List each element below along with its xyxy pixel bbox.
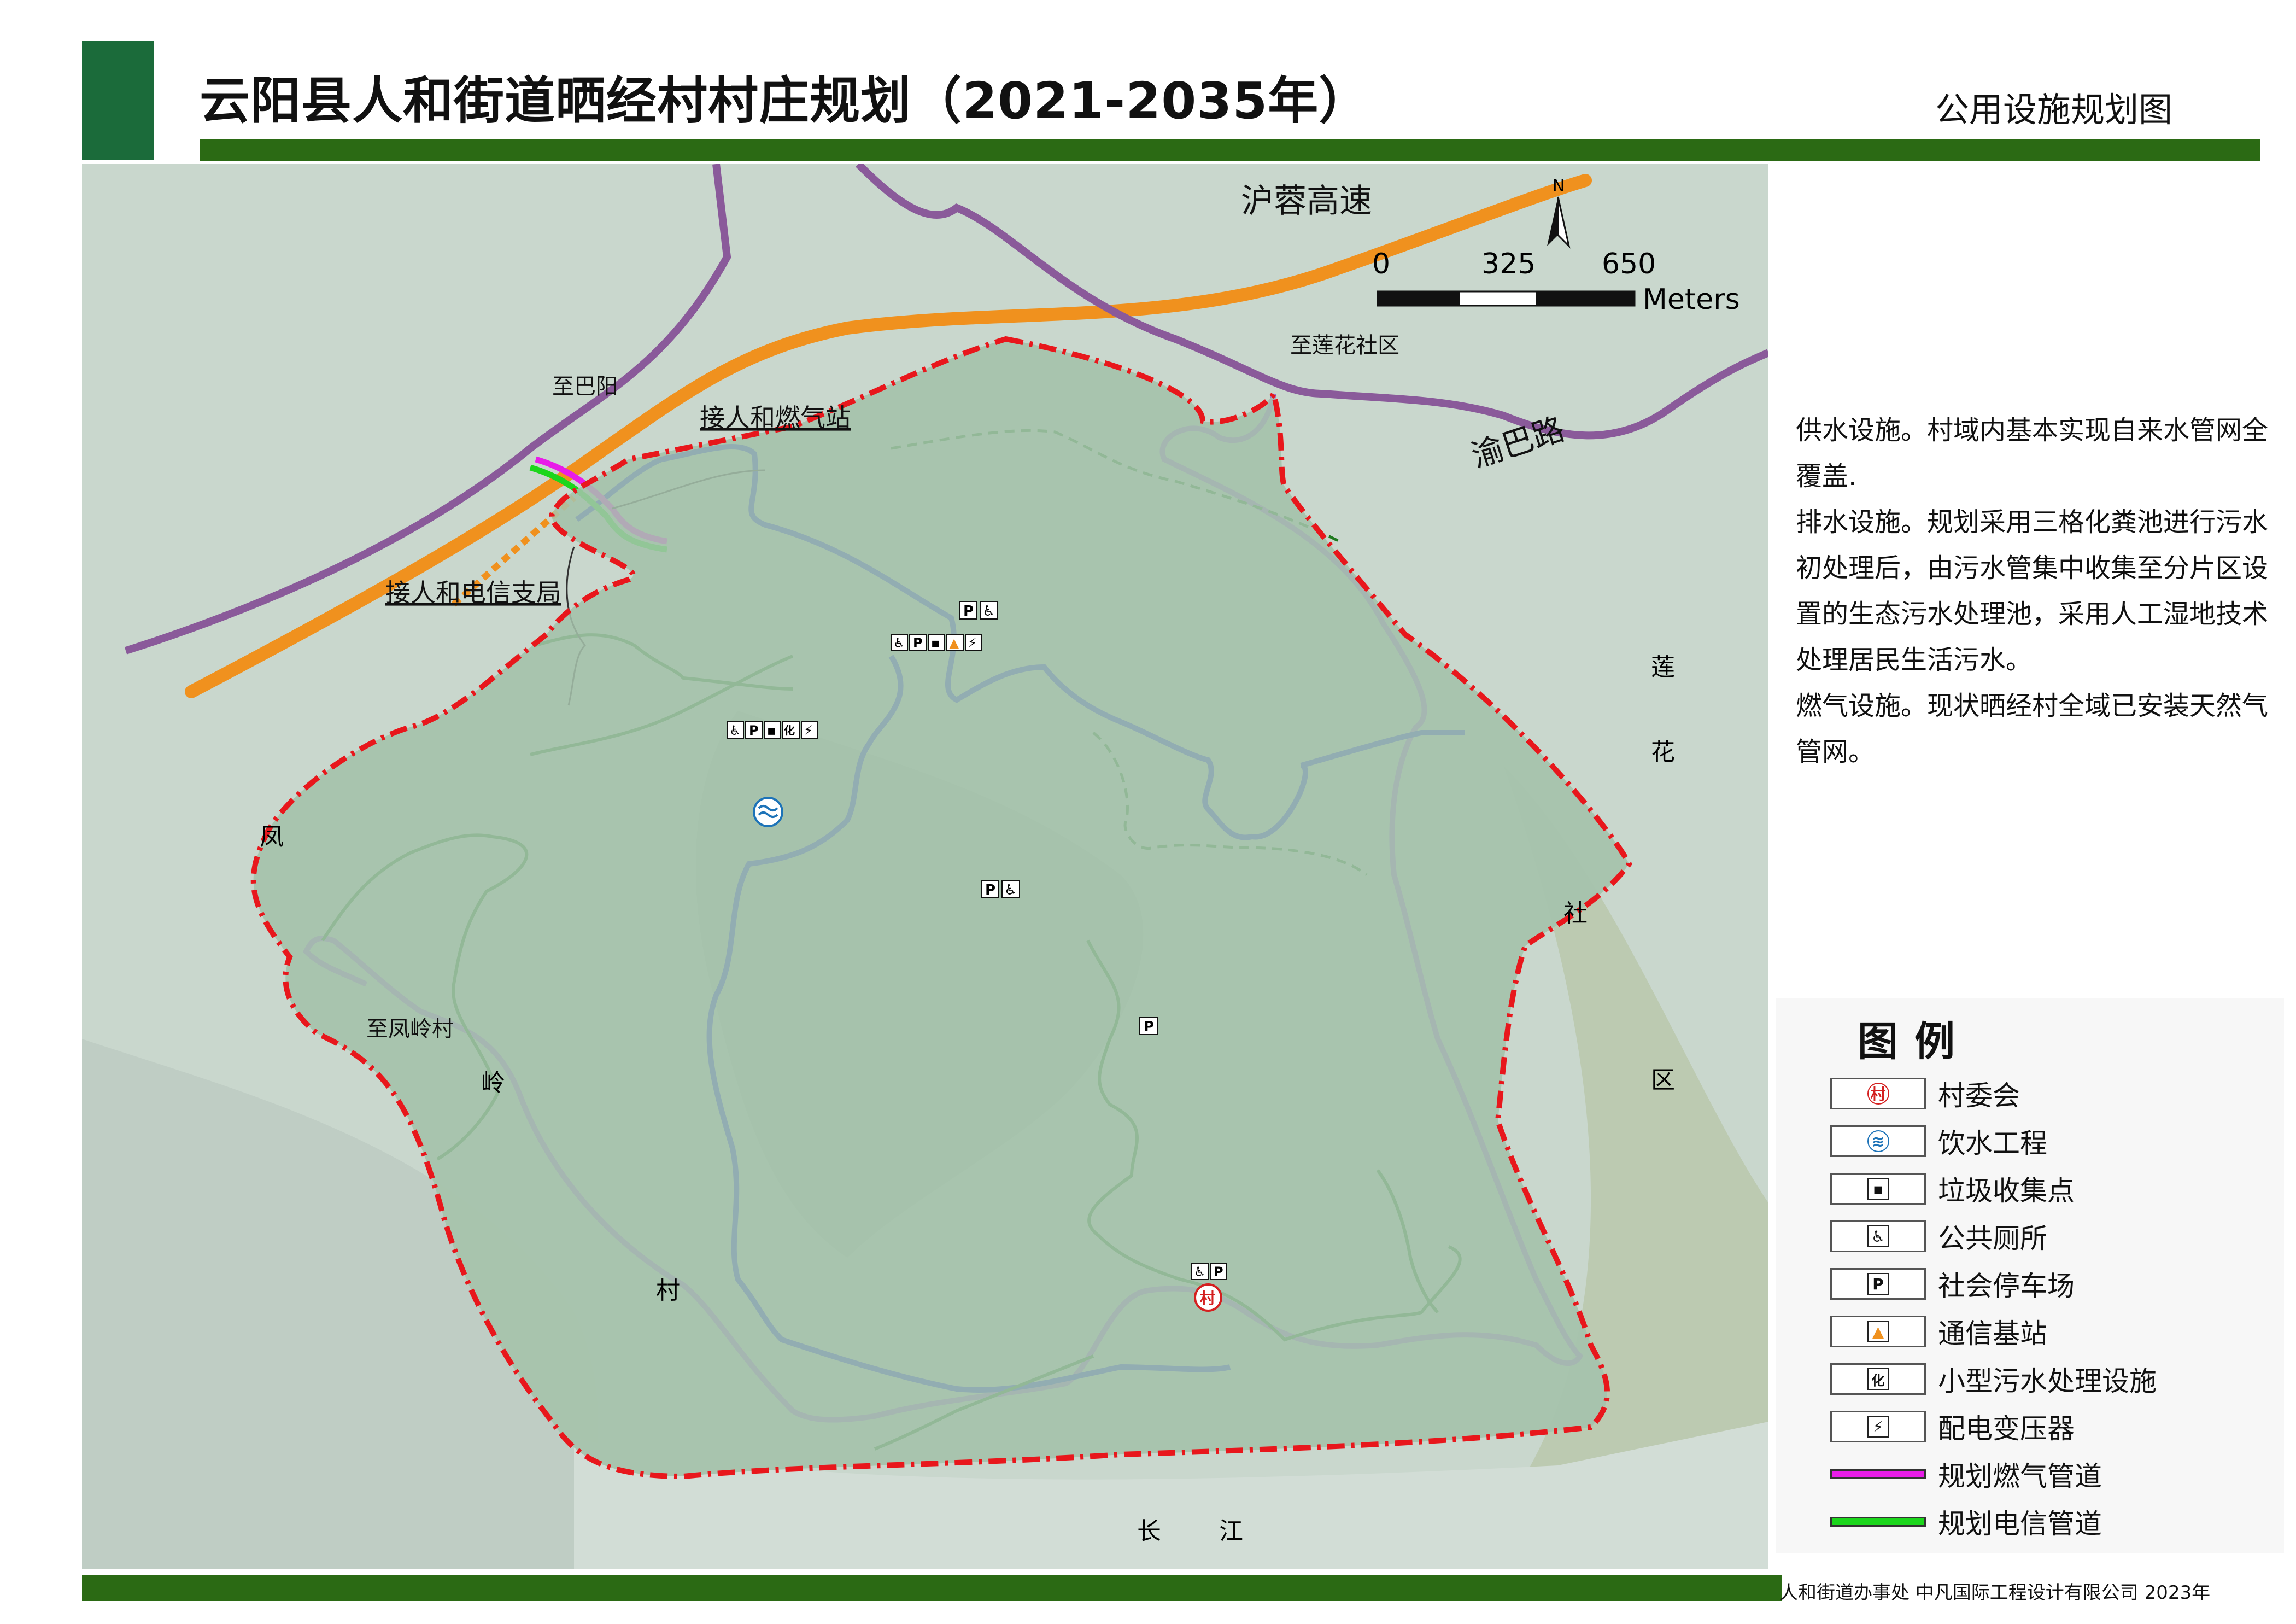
transformer-icon: ⚡ <box>968 635 977 651</box>
legend-item-telecom-pipe: 规划电信管道 <box>1830 1503 2102 1541</box>
to-lianhua-label: 至莲花社区 <box>1290 333 1399 358</box>
facility-cluster-b[interactable]: ♿ P ▪ ▲ ⚡ <box>891 634 982 651</box>
sewage-icon: 化 <box>784 724 795 737</box>
water-icon <box>753 797 783 827</box>
parking-icon: P <box>1214 1264 1223 1280</box>
telecom-pipe-icon <box>1830 1517 1926 1527</box>
village-committee-icon: 村 <box>1867 1083 1889 1105</box>
telecom-branch-label: 接人和电信支局 <box>385 578 561 607</box>
transformer-icon: ⚡ <box>1867 1416 1889 1438</box>
legend-item-sewage: 化 小型污水处理设施 <box>1830 1360 2157 1398</box>
page-title: 云阳县人和街道晒经村村庄规划（2021-2035年） <box>200 72 1370 130</box>
yangtze-char-2: 江 <box>1219 1517 1243 1545</box>
water-icon: ≋ <box>1867 1130 1889 1152</box>
transformer-icon: ⚡ <box>804 723 813 738</box>
trash-icon: ▪ <box>1867 1178 1889 1200</box>
legend-item-transformer: ⚡ 配电变压器 <box>1830 1407 2075 1446</box>
toilet-icon: ♿ <box>1194 1264 1206 1280</box>
title-bar <box>200 139 2260 161</box>
scale-tick-650: 650 <box>1602 248 1656 281</box>
trash-icon: ▪ <box>767 723 776 738</box>
parking-icon: P <box>913 635 923 651</box>
legend-label: 规划燃气管道 <box>1938 1461 2102 1492</box>
legend-item-toilet: ♿ 公共厕所 <box>1830 1217 2047 1255</box>
tower-icon: ▲ <box>949 635 959 651</box>
gas-station-label: 接人和燃气站 <box>700 403 851 433</box>
map-panel[interactable]: 沪蓉高速 渝巴路 至巴阳 至莲花社区 至凤岭村 接人和燃气站 接人和电信支局 莲… <box>82 164 1768 1569</box>
legend-label: 规划电信管道 <box>1938 1508 2102 1540</box>
legend-label: 饮水工程 <box>1938 1128 2047 1159</box>
parking-icon: P <box>1867 1273 1889 1295</box>
map-legend: 图例 村 村委会 ≋ 饮水工程 ▪ 垃圾收集点 ♿ 公共厕所 P 社会停车场 ▲… <box>1776 998 2284 1553</box>
tower-icon: ▲ <box>1867 1321 1889 1342</box>
legend-title: 图例 <box>1858 1018 1971 1065</box>
gas-pipe-icon <box>1830 1469 1926 1479</box>
parking-icon: P <box>985 882 995 898</box>
north-label: N <box>1553 177 1565 196</box>
parking-marker-south[interactable]: P <box>1139 1017 1158 1035</box>
scale-unit: Meters <box>1643 283 1740 316</box>
parking-icon: P <box>963 603 974 620</box>
infrastructure-notes: 供水设施。村域内基本实现自来水管网全覆盖. 排水设施。规划采用三格化粪池进行污水… <box>1796 407 2277 775</box>
lianhua-char-4: 区 <box>1651 1066 1675 1094</box>
logo-block <box>82 41 154 160</box>
fengling-char-2: 岭 <box>481 1069 505 1097</box>
toilet-icon: ♿ <box>1867 1225 1889 1247</box>
legend-item-village-committee: 村 村委会 <box>1830 1074 2020 1113</box>
legend-label: 村委会 <box>1938 1080 2020 1112</box>
legend-item-parking: P 社会停车场 <box>1830 1265 2075 1303</box>
toilet-icon: ♿ <box>893 635 905 651</box>
legend-label: 社会停车场 <box>1938 1270 2075 1302</box>
highway-label: 沪蓉高速 <box>1241 182 1372 220</box>
credits: 人和街道办事处 中凡国际工程设计有限公司 2023年 <box>1779 1582 2211 1604</box>
legend-label: 公共厕所 <box>1938 1223 2047 1254</box>
toilet-icon: ♿ <box>729 723 741 738</box>
sheet-name: 公用设施规划图 <box>1935 90 2173 130</box>
note-gas: 燃气设施。现状晒经村全域已安装天然气管网。 <box>1796 691 2269 767</box>
footer-bar <box>82 1575 1782 1601</box>
lianhua-char-3: 社 <box>1563 899 1588 927</box>
yangtze-char-1: 长 <box>1137 1517 1161 1545</box>
lianhua-char-1: 莲 <box>1651 653 1675 681</box>
fengling-char-1: 凤 <box>260 823 284 851</box>
note-water-supply: 供水设施。村域内基本实现自来水管网全覆盖. <box>1796 415 2269 492</box>
facility-cluster-c[interactable]: ♿ P ▪ 化 ⚡ <box>727 721 818 739</box>
scale-tick-0: 0 <box>1372 248 1390 281</box>
note-drainage: 排水设施。规划采用三格化粪池进行污水初处理后，由污水管集中收集至分片区设置的生态… <box>1796 507 2269 675</box>
parking-icon: P <box>1144 1019 1154 1035</box>
legend-label: 通信基站 <box>1938 1318 2047 1350</box>
scale-tick-325: 325 <box>1481 248 1536 281</box>
sewage-icon: 化 <box>1867 1368 1889 1390</box>
legend-item-trash: ▪ 垃圾收集点 <box>1830 1170 2075 1208</box>
to-bayang-label: 至巴阳 <box>552 374 618 399</box>
map-canvas[interactable]: 沪蓉高速 渝巴路 至巴阳 至莲花社区 至凤岭村 接人和燃气站 接人和电信支局 莲… <box>82 164 1768 1569</box>
legend-label: 垃圾收集点 <box>1938 1175 2075 1207</box>
legend-item-water: ≋ 饮水工程 <box>1830 1122 2047 1160</box>
fengling-char-3: 村 <box>656 1277 680 1305</box>
parking-icon: P <box>749 723 759 738</box>
toilet-icon: ♿ <box>1004 882 1017 898</box>
legend-label: 小型污水处理设施 <box>1938 1365 2157 1397</box>
lianhua-char-2: 花 <box>1651 738 1675 766</box>
toilet-icon: ♿ <box>982 603 995 620</box>
trash-icon: ▪ <box>931 635 940 651</box>
legend-item-gas-pipe: 规划燃气管道 <box>1830 1455 2102 1493</box>
water-project-marker[interactable] <box>753 797 783 827</box>
svg-text:村: 村 <box>1200 1289 1215 1307</box>
legend-item-tower: ▲ 通信基站 <box>1830 1312 2047 1351</box>
to-fengling-label: 至凤岭村 <box>366 1017 454 1042</box>
legend-label: 配电变压器 <box>1938 1413 2075 1445</box>
